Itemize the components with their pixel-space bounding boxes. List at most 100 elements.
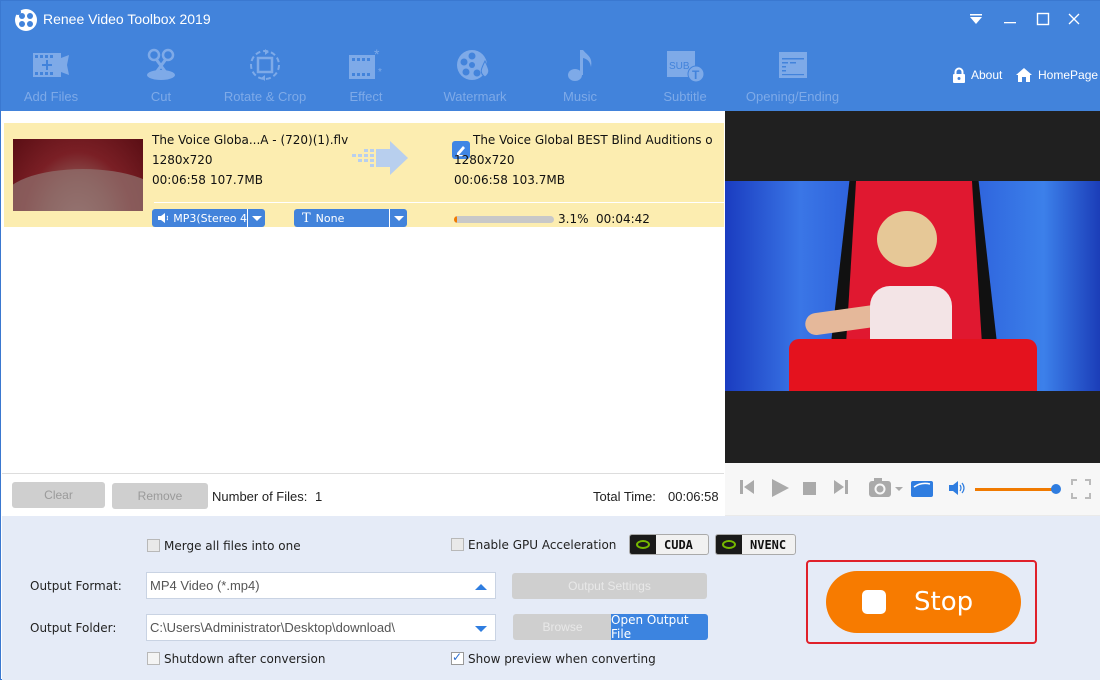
audio-track-value: MP3(Stereo 4 [173,211,247,225]
svg-text:*: * [374,47,380,62]
watermark-icon [455,47,495,83]
progress-fill [454,216,458,223]
file-count-label: Number of Files: [212,489,308,504]
chair-seat [789,339,1037,391]
nvenc-badge[interactable]: NVENC [715,534,796,555]
gpu-acceleration-checkbox[interactable] [451,538,464,551]
subtitle-dropdown[interactable]: T None [294,209,407,227]
cuda-label: CUDA [664,537,693,552]
close-icon [1068,13,1080,25]
total-time-value: 00:06:58 [668,489,719,504]
app-window: Renee Video Toolbox 2019 Add Files Cut R… [0,0,1100,680]
toolbar-add-files[interactable]: Add Files [6,45,96,107]
list-footer: Clear Remove Number of Files: 1 Total Ti… [2,473,724,516]
menu-dropdown-button[interactable] [963,7,989,31]
clear-button[interactable]: Clear [12,482,105,508]
toolbar-watermark[interactable]: Watermark [430,45,520,107]
add-files-icon [31,47,71,83]
browse-button[interactable]: Browse [513,614,612,640]
toolbar-rotate-crop[interactable]: Rotate & Crop [220,45,310,107]
chevron-down-icon [475,626,487,632]
file-list: The Voice Globa...A - (720)(1).flv 1280x… [2,111,724,473]
maximize-button[interactable] [1030,7,1056,31]
svg-text:*: * [378,67,382,78]
toolbar-rotate-crop-label: Rotate & Crop [223,89,307,104]
toolbar-music[interactable]: Music [535,45,625,107]
about-link[interactable]: About [952,67,1002,83]
video-preview[interactable] [725,111,1100,463]
stop-label: Stop [914,587,974,617]
about-label: About [971,68,1003,82]
shutdown-checkbox[interactable] [147,652,160,665]
play-icon[interactable] [770,478,790,498]
effect-icon: * * [346,47,386,83]
minimize-button[interactable] [997,7,1023,31]
maximize-icon [1036,12,1050,26]
toolbar-music-label: Music [563,89,597,104]
output-settings-button[interactable]: Output Settings [512,573,707,599]
nvenc-label: NVENC [750,537,787,552]
chevron-up-icon [475,584,487,590]
output-folder-label: Output Folder: [30,621,117,635]
subtitle-value: None [315,211,345,225]
audio-dropdown-arrow[interactable] [247,209,265,227]
conversion-progress-bar [454,216,554,223]
lock-icon [953,67,965,83]
cuda-badge[interactable]: CUDA [629,534,709,555]
output-size: 103.7MB [512,173,565,187]
subtitle-dropdown-arrow[interactable] [389,209,407,227]
stop-icon[interactable] [803,482,816,495]
previous-icon[interactable] [739,478,755,496]
file-list-item[interactable]: The Voice Globa...A - (720)(1).flv 1280x… [4,123,724,227]
toolbar-subtitle-label: Subtitle [663,89,707,104]
title-bar: Renee Video Toolbox 2019 Add Files Cut R… [1,1,1100,111]
toolbar-effect[interactable]: * * Effect [321,45,411,107]
person-body [870,286,952,346]
file-count-value: 1 [315,489,323,504]
remaining-time: 00:04:42 [596,212,650,226]
player-controls [725,463,1100,516]
audio-track-dropdown[interactable]: MP3(Stereo 4 [152,209,265,227]
volume-slider-track[interactable] [975,488,1055,491]
volume-slider-handle[interactable] [1051,484,1061,494]
source-resolution: 1280x720 [152,153,213,167]
remove-button[interactable]: Remove [112,483,208,509]
toolbar-subtitle[interactable]: SUB T Subtitle [640,45,730,107]
output-folder-input[interactable]: C:\Users\Administrator\Desktop\download\ [146,614,496,641]
merge-files-checkbox[interactable] [147,539,160,552]
open-output-file-button[interactable]: Open Output File [611,613,708,641]
opening-ending-icon [773,47,813,83]
source-duration: 00:06:58 [152,173,206,187]
homepage-link[interactable]: HomePage [1015,67,1098,83]
person-head [877,211,937,267]
app-title: Renee Video Toolbox 2019 [43,11,211,27]
output-format-value: MP4 Video (*.mp4) [150,578,260,593]
toolbar-cut[interactable]: Cut [116,45,206,107]
progress-percent: 3.1% [558,212,589,226]
toolbar-effect-label: Effect [349,89,383,104]
volume-icon[interactable] [949,481,967,495]
shutdown-label: Shutdown after conversion [164,652,326,666]
toolbar-opening-ending-label: Opening/Ending [745,89,840,104]
snapshot-camera-icon[interactable] [868,477,906,499]
output-duration: 00:06:58 [454,173,508,187]
output-format-label: Output Format: [30,579,122,593]
show-preview-checkbox[interactable] [451,650,464,665]
close-button[interactable] [1061,7,1087,31]
fullscreen-icon[interactable] [1071,479,1091,499]
video-frame [725,181,1100,391]
svg-text:T: T [692,68,700,82]
output-format-select[interactable]: MP4 Video (*.mp4) [146,572,496,599]
video-thumbnail [13,139,143,211]
show-preview-label: Show preview when converting [468,652,656,666]
output-resolution: 1280x720 [454,153,515,167]
open-folder-icon[interactable] [911,479,933,497]
toolbar-watermark-label: Watermark [443,89,507,104]
stop-square-icon [862,590,886,614]
merge-files-label: Merge all files into one [164,539,301,553]
output-file-name: The Voice Global BEST Blind Auditions o [473,133,713,147]
chevron-down-icon [251,215,262,221]
next-icon[interactable] [833,478,849,496]
toolbar-opening-ending[interactable]: Opening/Ending [745,45,840,107]
stop-button[interactable]: Stop [826,571,1021,633]
